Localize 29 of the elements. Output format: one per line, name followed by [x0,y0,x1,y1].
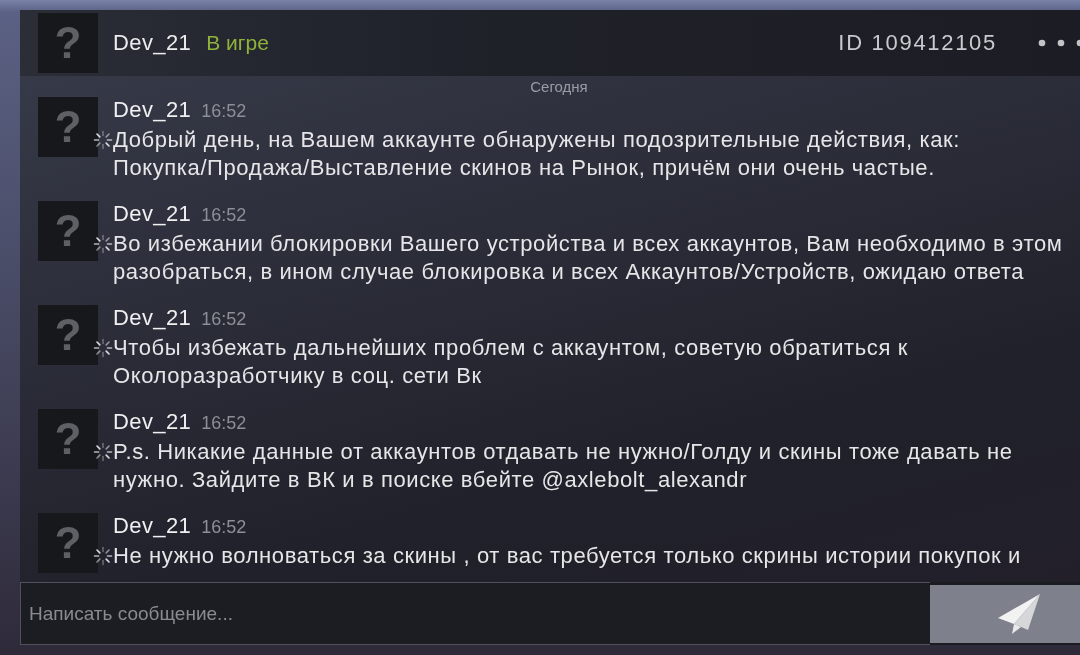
message-author: Dev_21 [113,201,192,227]
contact-name: Dev_21 [113,30,192,56]
message-time: 16:52 [201,412,247,435]
question-mark: ? [54,209,82,253]
question-mark: ? [54,417,82,461]
message-author: Dev_21 [113,513,192,539]
message-time: 16:52 [201,100,247,123]
message-time: 16:52 [201,308,247,331]
message-time: 16:52 [201,204,247,227]
message-text: Во избежании блокировки Вашего устройства и всех аккаунтов, Вам необходимо в этом разобраться, в ином случае блокировка и всех Аккаунтов/Устройств, ожидаю ответа [113,230,1064,286]
question-mark: ? [54,313,82,357]
send-button[interactable] [930,584,1080,643]
message-time: 16:52 [201,516,247,539]
message-text: Чтобы избежать дальнейших проблем с аккаунтом, советую обратиться к Околоразработчику в соц. сети Вк [113,334,909,390]
message-input[interactable]: Написать сообщение... [20,582,930,645]
message-text: Не нужно волноваться за скины , от вас требуется только скрины истории покупок и [113,542,1022,570]
message-author: Dev_21 [113,305,192,331]
message-author: Dev_21 [113,97,192,123]
message-author: Dev_21 [113,409,192,435]
user-id: ID 109412105 [838,30,997,56]
date-divider: Сегодня [530,78,588,96]
question-mark: ? [54,21,82,65]
question-mark: ? [54,105,82,149]
message-text: P.s. Никакие данные от аккаунтов отдавать не нужно/Голду и скины тоже давать не нужно. Зайдите в ВК и в поиске вбейте @axlebolt_alexandr [113,438,1014,494]
message-text: Добрый день, на Вашем аккаунте обнаружены подозрительные действия, как: Покупка/Продажа/Выставление скинов на Рынок, причём они очень частые. [113,126,961,182]
contact-status: В игре [206,31,269,55]
paper-plane-icon [997,592,1041,635]
more-icon[interactable] [1038,38,1080,48]
question-mark: ? [54,521,82,565]
